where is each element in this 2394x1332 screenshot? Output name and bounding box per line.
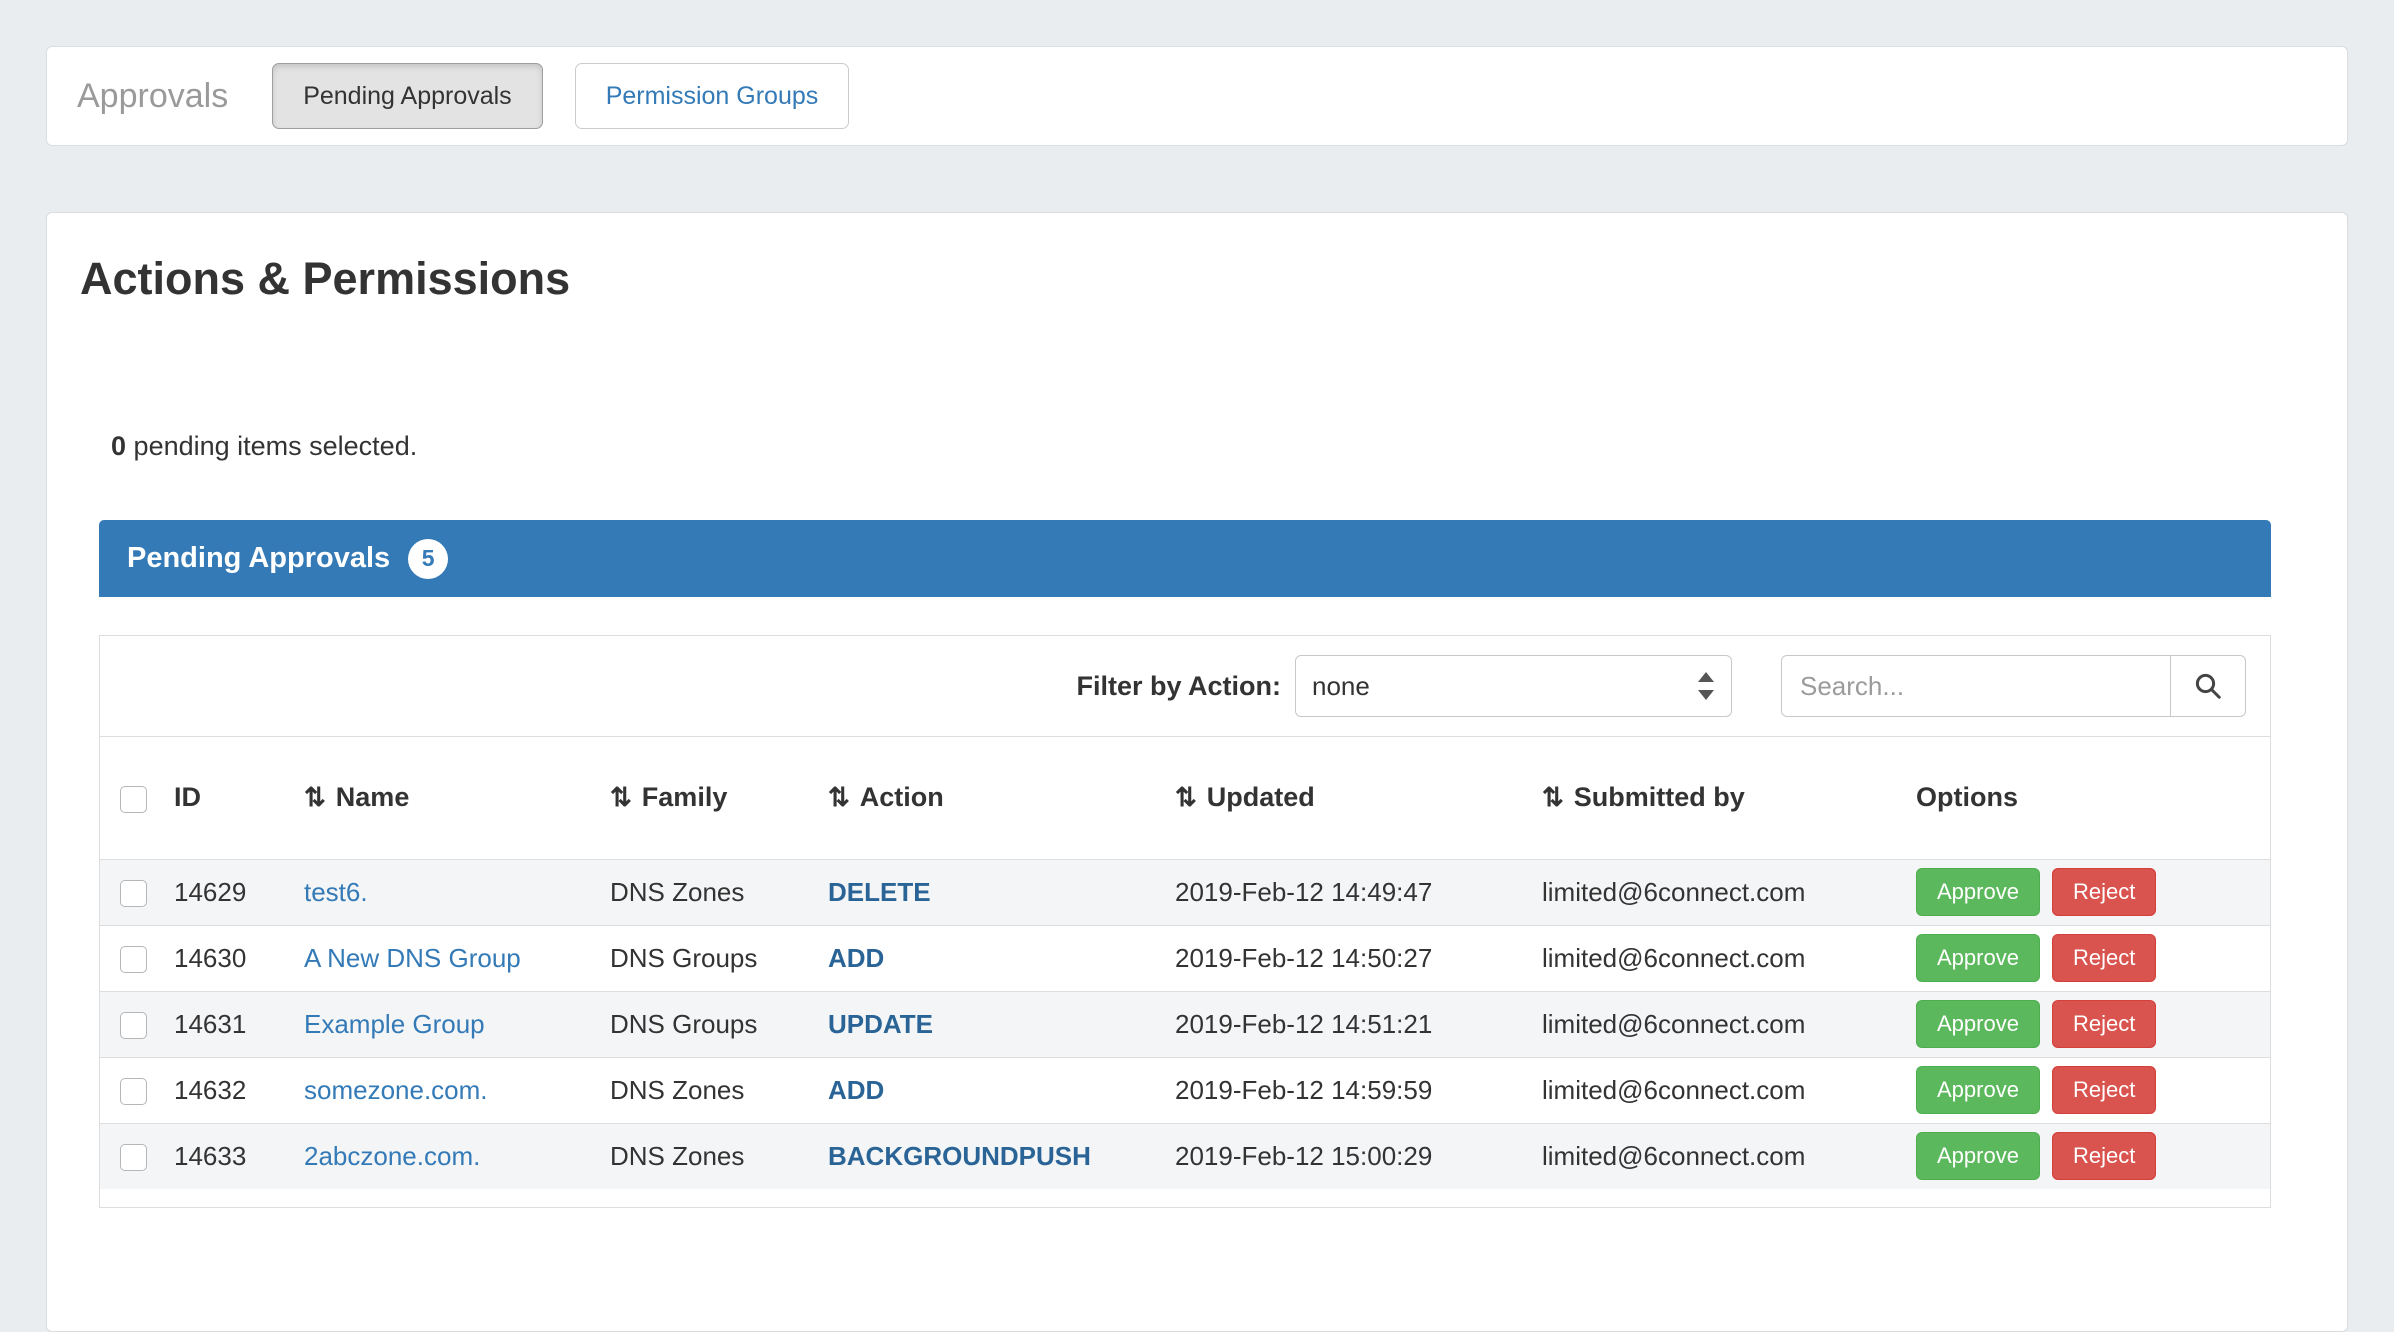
tab-permission-groups[interactable]: Permission Groups (575, 63, 850, 129)
table-row: 14631 Example Group DNS Groups UPDATE 2019-F… (100, 991, 2270, 1057)
row-updated: 2019-Feb-12 14:59:59 (1163, 1057, 1530, 1123)
row-checkbox[interactable] (120, 1078, 147, 1105)
approvals-table-container: Filter by Action: none (99, 635, 2271, 1208)
row-submitted-by: limited@6connect.com (1530, 991, 1904, 1057)
row-action-link[interactable]: BACKGROUNDPUSH (828, 1141, 1091, 1171)
search-icon (2193, 671, 2223, 701)
section-title: Actions & Permissions (80, 253, 2347, 305)
action-filter-select-wrap: none (1295, 655, 1732, 717)
row-checkbox[interactable] (120, 1144, 147, 1171)
approve-button[interactable]: Approve (1916, 934, 2040, 982)
column-header-submitted-by[interactable]: ⇅Submitted by (1530, 737, 1904, 859)
selected-text: pending items selected. (134, 431, 418, 461)
count-badge: 5 (408, 539, 448, 579)
row-submitted-by: limited@6connect.com (1530, 1057, 1904, 1123)
column-header-name[interactable]: ⇅Name (292, 737, 598, 859)
action-filter-select[interactable]: none (1295, 655, 1732, 717)
select-all-checkbox[interactable] (120, 786, 147, 813)
actions-permissions-panel: Actions & Permissions 0 pending items se… (46, 212, 2348, 1332)
search-button[interactable] (2170, 655, 2246, 717)
search-input[interactable] (1781, 655, 2171, 717)
row-name-link[interactable]: 2abczone.com. (304, 1141, 480, 1171)
row-id: 14629 (162, 859, 292, 925)
row-family: DNS Groups (598, 991, 816, 1057)
row-family: DNS Groups (598, 925, 816, 991)
search-group (1781, 655, 2246, 717)
row-updated: 2019-Feb-12 14:50:27 (1163, 925, 1530, 991)
table-row: 14633 2abczone.com. DNS Zones BACKGROUNDPUS… (100, 1123, 2270, 1189)
row-updated: 2019-Feb-12 15:00:29 (1163, 1123, 1530, 1189)
approve-button[interactable]: Approve (1916, 1132, 2040, 1180)
row-id: 14632 (162, 1057, 292, 1123)
filter-toolbar: Filter by Action: none (100, 636, 2270, 737)
row-options: ApproveReject (1904, 859, 2270, 925)
row-checkbox[interactable] (120, 1012, 147, 1039)
row-options: ApproveReject (1904, 925, 2270, 991)
row-name-link[interactable]: somezone.com. (304, 1075, 488, 1105)
table-row: 14630 A New DNS Group DNS Groups ADD 2019-Fe… (100, 925, 2270, 991)
reject-button[interactable]: Reject (2052, 934, 2156, 982)
approve-button[interactable]: Approve (1916, 1066, 2040, 1114)
top-navigation-bar: Approvals Pending Approvals Permission G… (46, 46, 2348, 146)
column-header-options: Options (1904, 737, 2270, 859)
row-id: 14633 (162, 1123, 292, 1189)
row-submitted-by: limited@6connect.com (1530, 925, 1904, 991)
tab-pending-approvals[interactable]: Pending Approvals (272, 63, 542, 129)
row-id: 14631 (162, 991, 292, 1057)
row-action-link[interactable]: ADD (828, 943, 884, 973)
row-options: ApproveReject (1904, 991, 2270, 1057)
reject-button[interactable]: Reject (2052, 1000, 2156, 1048)
row-action-link[interactable]: DELETE (828, 877, 931, 907)
filter-by-action-label: Filter by Action: (1076, 671, 1281, 702)
table-header-row: ID ⇅Name ⇅Family ⇅Action ⇅Updated (100, 737, 2270, 859)
reject-button[interactable]: Reject (2052, 1066, 2156, 1114)
row-submitted-by: limited@6connect.com (1530, 1123, 1904, 1189)
approvals-table-body: 14629 test6. DNS Zones DELETE 2019-Feb-12 14… (100, 859, 2270, 1189)
row-options: ApproveReject (1904, 1123, 2270, 1189)
panel-header-title: Pending Approvals (127, 542, 390, 575)
reject-button[interactable]: Reject (2052, 1132, 2156, 1180)
sort-icon[interactable]: ⇅ (1175, 782, 1197, 812)
row-name-link[interactable]: Example Group (304, 1009, 485, 1039)
approve-button[interactable]: Approve (1916, 1000, 2040, 1048)
column-header-action[interactable]: ⇅Action (816, 737, 1163, 859)
row-checkbox[interactable] (120, 880, 147, 907)
approve-button[interactable]: Approve (1916, 868, 2040, 916)
pending-approvals-table: ID ⇅Name ⇅Family ⇅Action ⇅Updated (100, 737, 2270, 1189)
table-row: 14629 test6. DNS Zones DELETE 2019-Feb-12 14… (100, 859, 2270, 925)
column-header-family[interactable]: ⇅Family (598, 737, 816, 859)
row-id: 14630 (162, 925, 292, 991)
row-updated: 2019-Feb-12 14:49:47 (1163, 859, 1530, 925)
sort-icon[interactable]: ⇅ (610, 782, 632, 812)
row-action-link[interactable]: ADD (828, 1075, 884, 1105)
reject-button[interactable]: Reject (2052, 868, 2156, 916)
column-header-updated[interactable]: ⇅Updated (1163, 737, 1530, 859)
sort-icon[interactable]: ⇅ (828, 782, 850, 812)
row-submitted-by: limited@6connect.com (1530, 859, 1904, 925)
sort-icon[interactable]: ⇅ (304, 782, 326, 812)
selected-count: 0 (111, 431, 126, 461)
row-checkbox[interactable] (120, 946, 147, 973)
row-family: DNS Zones (598, 1123, 816, 1189)
row-name-link[interactable]: test6. (304, 877, 368, 907)
row-updated: 2019-Feb-12 14:51:21 (1163, 991, 1530, 1057)
row-family: DNS Zones (598, 859, 816, 925)
row-options: ApproveReject (1904, 1057, 2270, 1123)
page-title: Approvals (77, 77, 228, 116)
selection-status: 0 pending items selected. (111, 431, 2347, 462)
row-name-link[interactable]: A New DNS Group (304, 943, 521, 973)
column-header-id[interactable]: ID (162, 737, 292, 859)
pending-approvals-panel-header: Pending Approvals 5 (99, 520, 2271, 597)
row-action-link[interactable]: UPDATE (828, 1009, 933, 1039)
row-family: DNS Zones (598, 1057, 816, 1123)
table-row: 14632 somezone.com. DNS Zones ADD 2019-Feb-1… (100, 1057, 2270, 1123)
sort-icon[interactable]: ⇅ (1542, 782, 1564, 812)
